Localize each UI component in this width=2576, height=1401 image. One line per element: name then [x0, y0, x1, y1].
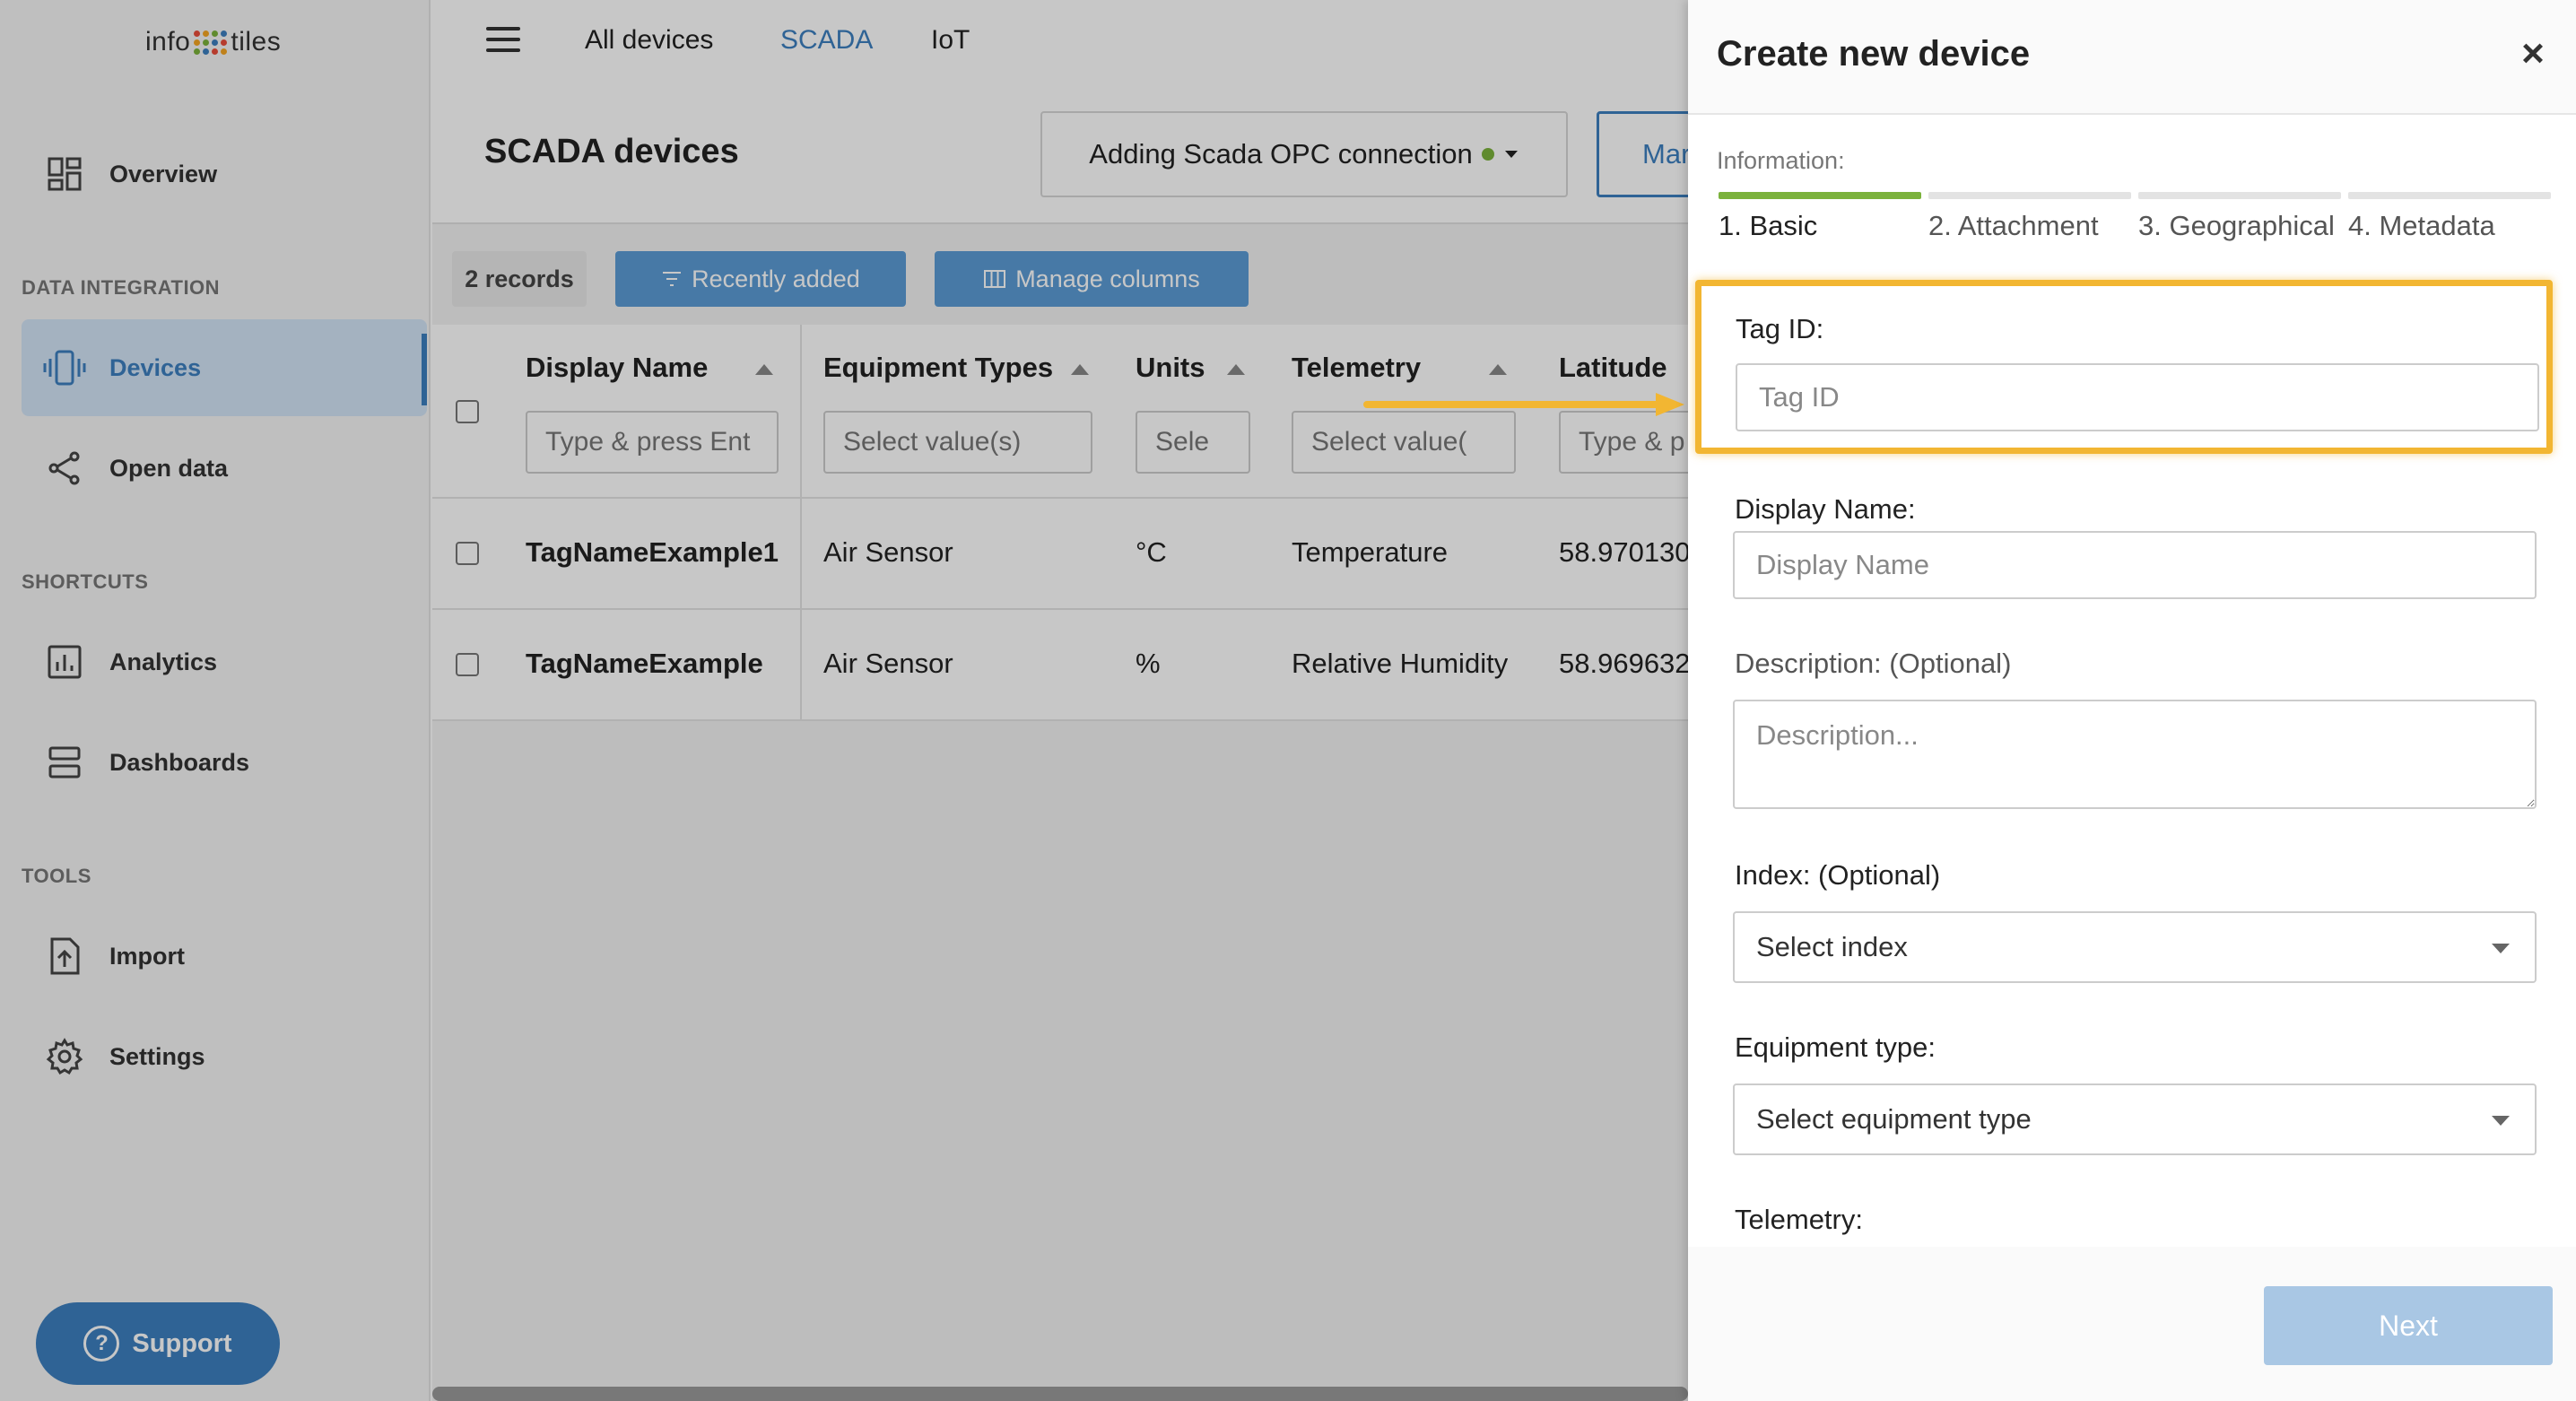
step-label: 4. Metadata: [2348, 210, 2495, 241]
equipment-type-select-value: Select equipment type: [1756, 1103, 2032, 1135]
step-basic[interactable]: 1. Basic: [1719, 192, 1921, 246]
tag-id-label: Tag ID:: [1736, 313, 1824, 344]
step-geographical[interactable]: 3. Geographical: [2138, 192, 2341, 246]
step-attachment[interactable]: 2. Attachment: [1928, 192, 2131, 246]
step-label: 3. Geographical: [2138, 210, 2335, 241]
modal-backdrop[interactable]: [0, 0, 1688, 1401]
equipment-type-select[interactable]: Select equipment type: [1733, 1083, 2537, 1155]
information-label: Information:: [1717, 147, 1845, 174]
step-progress-bar: [2138, 192, 2341, 199]
display-name-input[interactable]: [1733, 531, 2537, 599]
create-device-drawer: Create new device × Information: 1. Basi…: [1688, 0, 2576, 1401]
app-window: info tiles Overview DATA INTEGRATION Dev…: [0, 0, 2576, 1401]
close-icon[interactable]: ×: [2513, 34, 2553, 74]
step-label: 1. Basic: [1719, 210, 1818, 241]
step-progress-bar: [2348, 192, 2551, 199]
index-select-value: Select index: [1756, 931, 1908, 962]
step-metadata[interactable]: 4. Metadata: [2348, 192, 2551, 246]
description-label: Description: (Optional): [1735, 648, 2012, 679]
telemetry-label: Telemetry:: [1735, 1204, 1863, 1235]
tag-id-input[interactable]: [1736, 363, 2539, 431]
description-textarea[interactable]: [1733, 700, 2537, 809]
display-name-label: Display Name:: [1735, 493, 1916, 525]
tag-id-highlight: Tag ID:: [1695, 280, 2553, 454]
step-progress-bar: [1928, 192, 2131, 199]
caret-down-icon: [2492, 944, 2510, 953]
next-button[interactable]: Next: [2264, 1286, 2553, 1365]
drawer-title: Create new device: [1717, 34, 2031, 74]
annotation-arrow-icon: [1363, 393, 1684, 416]
equipment-type-label: Equipment type:: [1735, 1031, 1936, 1063]
caret-down-icon: [2492, 1116, 2510, 1126]
index-label: Index: (Optional): [1735, 859, 1941, 891]
drawer-header: Create new device ×: [1688, 0, 2576, 115]
drawer-footer: Next: [1688, 1247, 2576, 1401]
step-label: 2. Attachment: [1928, 210, 2099, 241]
index-select[interactable]: Select index: [1733, 911, 2537, 983]
step-progress-bar: [1719, 192, 1921, 199]
